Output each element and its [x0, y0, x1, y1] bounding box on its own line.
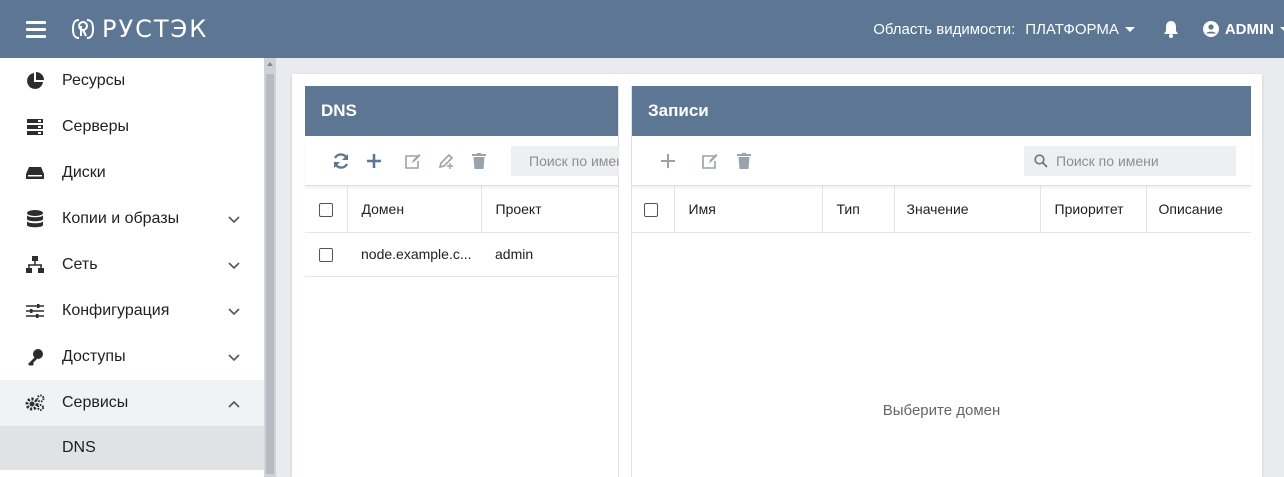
sidebar: Ресурсы Серверы Диски Копии и образы Сет…	[0, 58, 264, 477]
column-header-domain[interactable]: Домен	[346, 186, 481, 233]
sidebar-item-label: Ресурсы	[62, 72, 126, 89]
sidebar-item-label: Сеть	[62, 256, 98, 273]
records-table-header: Имя Тип Значение Приоритет Описание	[632, 186, 1251, 233]
logo-text: РУСТЭК	[102, 15, 209, 43]
column-header-type[interactable]: Тип	[821, 186, 894, 233]
database-icon	[24, 210, 46, 228]
sidebar-item-configuration[interactable]: Конфигурация	[0, 288, 264, 334]
add-icon[interactable]	[364, 151, 384, 171]
bell-icon[interactable]	[1163, 20, 1179, 38]
dns-search-input[interactable]	[529, 152, 619, 169]
records-search-input[interactable]	[1056, 152, 1206, 169]
user-menu[interactable]: ADMIN	[1202, 20, 1284, 38]
dns-search[interactable]	[511, 145, 619, 176]
column-header-description[interactable]: Описание	[1145, 186, 1251, 233]
sidebar-item-label: Диски	[62, 164, 106, 181]
logo[interactable]: РУСТЭК	[70, 15, 208, 43]
logo-icon	[71, 19, 95, 39]
sidebar-item-servers[interactable]: Серверы	[0, 104, 264, 150]
sidebar-item-disks[interactable]: Диски	[0, 150, 264, 196]
empty-state-text: Выберите домен	[882, 402, 1001, 419]
user-icon	[1202, 21, 1219, 37]
menu-icon[interactable]	[26, 20, 46, 38]
chevron-up-icon	[228, 395, 240, 412]
sidebar-scrollbar[interactable]	[264, 58, 276, 477]
sidebar-item-network[interactable]: Сеть	[0, 242, 264, 288]
column-header-priority[interactable]: Приоритет	[1039, 186, 1146, 233]
sliders-icon	[24, 303, 46, 319]
key-icon	[24, 348, 46, 366]
chevron-down-icon	[228, 349, 240, 366]
sidebar-item-label: Сервисы	[62, 394, 129, 411]
sidebar-item-label: Доступы	[62, 348, 126, 365]
scope-dropdown[interactable]: ПЛАТФОРМА	[1025, 21, 1135, 38]
scope-value: ПЛАТФОРМА	[1025, 20, 1119, 38]
sidebar-item-services[interactable]: Сервисы	[0, 380, 264, 426]
domain-cell: node.example.c...	[347, 232, 481, 277]
records-panel-title: Записи	[632, 86, 1251, 136]
scroll-thumb[interactable]	[266, 74, 274, 474]
project-cell: admin	[481, 232, 618, 277]
edit-icon[interactable]	[403, 151, 423, 171]
search-icon	[1034, 153, 1048, 168]
column-header-name[interactable]: Имя	[673, 186, 822, 233]
sidebar-item-resources[interactable]: Ресурсы	[0, 58, 264, 104]
dns-table-header: Домен Проект	[305, 186, 618, 233]
dns-table: Домен Проект node.example.c... admin	[305, 186, 618, 277]
user-name: ADMIN	[1224, 20, 1274, 38]
sidebar-item-backups[interactable]: Копии и образы	[0, 196, 264, 242]
server-icon	[24, 119, 46, 135]
sidebar-subitem-dns[interactable]: DNS	[0, 426, 264, 470]
select-all-checkbox[interactable]	[319, 202, 333, 217]
records-panel: Записи Имя Тип Значение	[631, 86, 1251, 477]
trash-icon[interactable]	[469, 151, 489, 171]
records-toolbar	[632, 136, 1251, 186]
edit-icon[interactable]	[700, 151, 720, 171]
chevron-down-icon	[228, 211, 240, 228]
trash-icon[interactable]	[734, 151, 754, 171]
table-row[interactable]: node.example.c... admin	[305, 232, 618, 277]
cogs-icon	[24, 394, 46, 412]
sidebar-item-label: Серверы	[62, 118, 129, 135]
scroll-up-icon[interactable]	[267, 62, 273, 66]
add-icon[interactable]	[658, 151, 678, 171]
dns-panel-title: DNS	[305, 86, 618, 136]
column-header-project[interactable]: Проект	[480, 186, 618, 233]
chevron-down-icon	[228, 303, 240, 320]
chevron-down-icon	[228, 257, 240, 274]
sidebar-item-access[interactable]: Доступы	[0, 334, 264, 380]
main-content: DNS Поиск по имени Домен Проект node.exa…	[292, 74, 1262, 477]
column-header-value[interactable]: Значение	[893, 186, 1040, 233]
select-all-checkbox[interactable]	[644, 202, 658, 217]
sidebar-item-label: Копии и образы	[62, 210, 180, 227]
sidebar-item-label: Конфигурация	[62, 302, 170, 319]
disk-icon	[24, 166, 46, 180]
row-checkbox[interactable]	[319, 248, 333, 263]
top-bar: РУСТЭК Область видимости: ПЛАТФОРМА ADMI…	[0, 0, 1284, 58]
caret-down-icon	[1280, 26, 1284, 32]
records-search[interactable]	[1024, 145, 1236, 176]
network-icon	[24, 256, 46, 274]
dns-toolbar	[305, 136, 619, 186]
pie-chart-icon	[24, 72, 46, 90]
records-table: Имя Тип Значение Приоритет Описание	[632, 186, 1251, 233]
caret-down-icon	[1124, 26, 1135, 32]
dns-panel: DNS Поиск по имени Домен Проект node.exa…	[305, 86, 619, 477]
scope-label: Область видимости:	[873, 20, 1016, 38]
refresh-icon[interactable]	[331, 151, 351, 171]
rename-icon[interactable]	[436, 151, 456, 171]
